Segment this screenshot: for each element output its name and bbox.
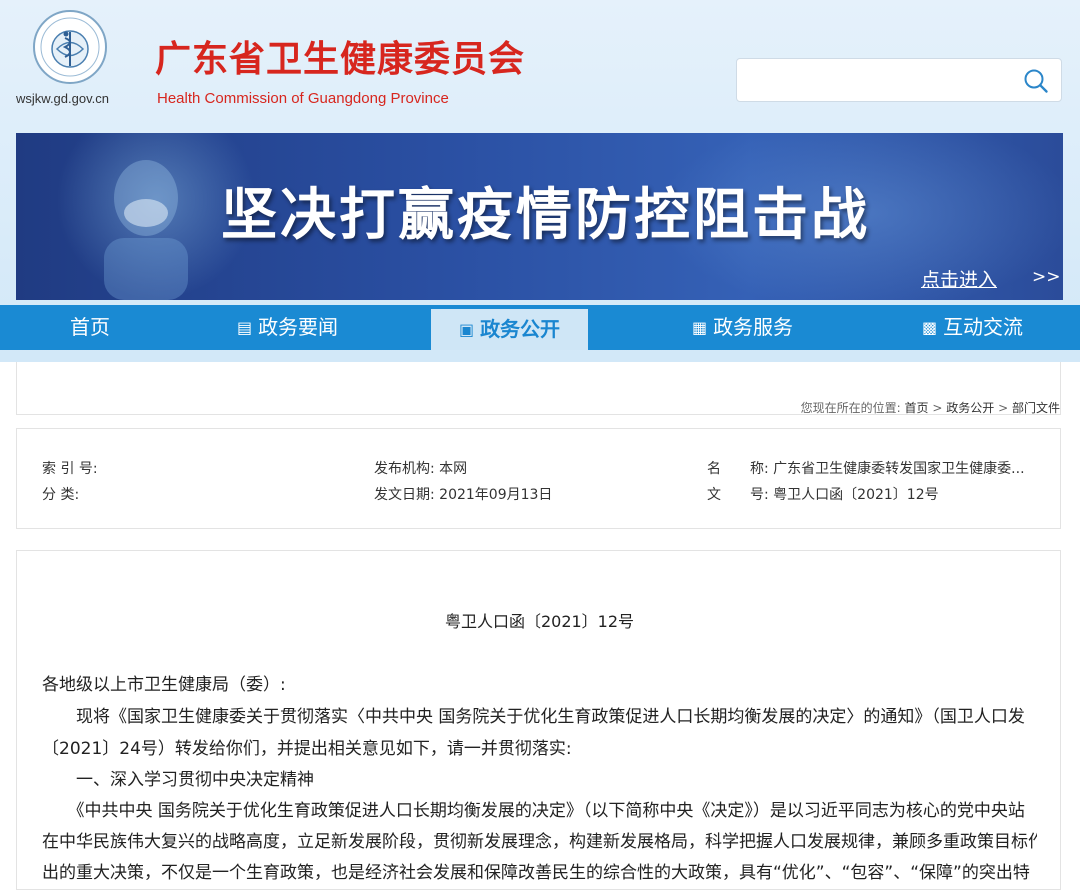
nav-label: 政务服务 — [713, 315, 794, 339]
meta-category-label: 分 类: — [42, 487, 80, 503]
breadcrumb-open-government[interactable]: 政务公开 — [946, 401, 994, 415]
document-paragraph: 各地级以上市卫生健康局（委）: — [42, 675, 286, 695]
news-icon: ▤ — [236, 318, 253, 337]
chat-icon: ▩ — [921, 318, 938, 337]
document-paragraph: 〔2021〕24号）转发给你们，并提出相关意见如下，请一并贯彻落实: — [42, 739, 572, 759]
document-section-heading: 一、深入学习贯彻中央决定精神 — [42, 770, 314, 790]
meta-doc-number: 号: 粤卫人口函〔2021〕12号 — [750, 487, 939, 503]
document-paragraph: 在中华民族伟大复兴的战略高度，立足新发展阶段，贯彻新发展理念，构建新发展格局，科… — [42, 832, 1037, 852]
meta-doc-name: 称: 广东省卫生健康委转发国家卫生健康委... — [750, 461, 1025, 477]
meta-docno-char: 文 — [707, 487, 721, 503]
open-doc-icon: ▣ — [458, 320, 475, 339]
site-title[interactable]: 广东省卫生健康委员会 — [155, 38, 525, 82]
nav-label: 首页 — [70, 315, 110, 339]
banner-enter-link[interactable]: 点击进入 — [921, 265, 997, 292]
document-paragraph: 现将《国家卫生健康委关于贯彻落实〈中共中央 国务院关于优化生育政策促进人口长期均… — [42, 707, 1025, 727]
site-domain: wsjkw.gd.gov.cn — [16, 91, 109, 106]
site-header: wsjkw.gd.gov.cn 广东省卫生健康委员会 Health Commis… — [0, 0, 1080, 130]
breadcrumb-dept-docs[interactable]: 部门文件 — [1012, 401, 1060, 415]
meta-index-label: 索 引 号: — [42, 461, 98, 477]
main-nav: 首页 ▤ 政务要闻 ▣ 政务公开 ▦ 政务服务 ▩ 互动交流 — [0, 305, 1080, 350]
nav-label: 政务要闻 — [258, 315, 339, 339]
nav-item-interaction[interactable]: ▩ 互动交流 — [895, 305, 1050, 350]
service-icon: ▦ — [691, 318, 708, 337]
breadcrumb-prefix: 您现在所在的位置: — [800, 401, 901, 415]
meta-publisher: 发布机构: 本网 — [374, 461, 468, 477]
search-input[interactable] — [747, 67, 1011, 95]
nav-item-news[interactable]: ▤ 政务要闻 — [210, 305, 365, 350]
search-box — [736, 58, 1062, 102]
breadcrumb: 您现在所在的位置: 首页 > 政务公开 > 部门文件 — [801, 399, 1060, 416]
site-subtitle: Health Commission of Guangdong Province — [157, 90, 449, 107]
document-number: 粤卫人口函〔2021〕12号 — [444, 612, 635, 631]
document-meta-panel: 索 引 号: 分 类: 发布机构: 本网 发文日期: 2021年09月13日 名… — [16, 428, 1061, 529]
nav-label: 互动交流 — [943, 315, 1024, 339]
nav-label: 政务公开 — [480, 317, 561, 341]
nav-item-home[interactable]: 首页 — [20, 305, 160, 350]
breadcrumb-separator: > — [932, 401, 943, 415]
breadcrumb-separator: > — [998, 401, 1009, 415]
breadcrumb-container: 您现在所在的位置: 首页 > 政务公开 > 部门文件 — [16, 362, 1061, 415]
double-arrow-icon[interactable]: >> — [1032, 267, 1061, 287]
nav-item-services[interactable]: ▦ 政务服务 — [665, 305, 820, 350]
banner-slogan: 坚决打赢疫情防控阻击战 — [221, 183, 870, 248]
medic-figure — [104, 160, 188, 300]
breadcrumb-home[interactable]: 首页 — [905, 401, 929, 415]
document-paragraph: 《中共中央 国务院关于优化生育政策促进人口长期均衡发展的决定》（以下简称中央《决… — [42, 801, 1025, 821]
meta-date: 发文日期: 2021年09月13日 — [374, 487, 553, 503]
search-icon[interactable] — [1023, 68, 1049, 94]
epidemic-banner[interactable]: 坚决打赢疫情防控阻击战 点击进入 >> — [16, 133, 1063, 300]
site-logo[interactable] — [33, 10, 107, 84]
document-body: 粤卫人口函〔2021〕12号 各地级以上市卫生健康局（委）: 现将《国家卫生健康… — [16, 550, 1061, 890]
meta-name-char: 名 — [707, 461, 721, 477]
nav-item-open-government[interactable]: ▣ 政务公开 — [431, 309, 588, 350]
document-paragraph: 出的重大决策，不仅是一个生育政策，也是经济社会发展和保障改善民生的综合性的大政策… — [42, 863, 1030, 883]
